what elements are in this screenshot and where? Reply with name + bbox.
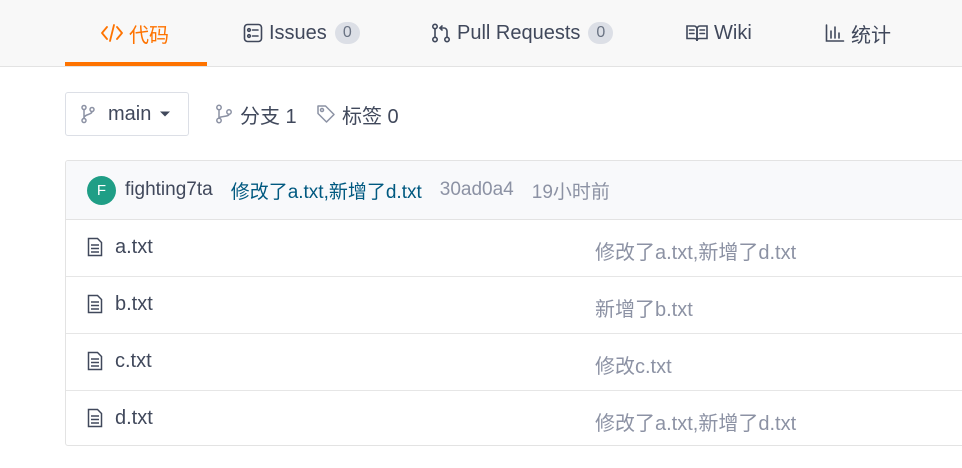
tab-pull-requests[interactable]: Pull Requests 0 (431, 0, 614, 66)
issues-count-badge: 0 (334, 22, 360, 44)
tags-count-label: 标签 0 (342, 105, 399, 128)
tags-link[interactable]: 标签 0 (316, 92, 399, 136)
commit-message-link[interactable]: 修改了a.txt,新增了d.txt (231, 177, 422, 204)
branch-icon (80, 104, 96, 124)
issues-icon (243, 23, 263, 43)
code-icon (101, 23, 123, 43)
caret-down-icon (159, 110, 171, 118)
file-icon (87, 237, 103, 263)
file-commit-message[interactable]: 新增了b.txt (595, 293, 693, 322)
branch-selector[interactable]: main (65, 92, 189, 136)
tag-icon (316, 104, 336, 124)
tab-wiki-label: Wiki (714, 21, 752, 44)
tab-pull-requests-label: Pull Requests (457, 21, 581, 44)
tab-code-label: 代码 (129, 24, 169, 47)
file-commit-message[interactable]: 修改c.txt (595, 350, 672, 379)
active-tab-indicator (65, 62, 207, 66)
commit-author[interactable]: fighting7ta (125, 179, 213, 201)
tab-stats[interactable]: 统计 (825, 0, 891, 66)
avatar[interactable]: F (87, 175, 116, 205)
file-row[interactable]: a.txt 修改了a.txt,新增了d.txt (66, 220, 962, 277)
pull-requests-count-badge: 0 (588, 22, 614, 44)
file-icon (87, 294, 103, 320)
branches-link[interactable]: 分支 1 (215, 92, 297, 136)
branch-count-icon (215, 104, 233, 124)
file-icon (87, 408, 103, 434)
tab-wiki[interactable]: Wiki (686, 0, 752, 66)
branch-name: main (108, 102, 152, 125)
file-commit-message[interactable]: 修改了a.txt,新增了d.txt (595, 236, 796, 265)
file-row[interactable]: c.txt 修改c.txt (66, 334, 962, 391)
book-icon (686, 24, 708, 42)
pull-request-icon (431, 23, 451, 43)
latest-commit-bar: F fighting7ta 修改了a.txt,新增了d.txt 30ad0a4 … (66, 161, 962, 220)
file-row[interactable]: b.txt 新增了b.txt (66, 277, 962, 334)
tab-issues-label: Issues (269, 21, 327, 44)
file-name[interactable]: c.txt (115, 350, 152, 373)
file-row[interactable]: d.txt 修改了a.txt,新增了d.txt (66, 391, 962, 445)
file-name[interactable]: b.txt (115, 293, 153, 316)
file-list-panel: F fighting7ta 修改了a.txt,新增了d.txt 30ad0a4 … (65, 160, 962, 446)
tab-issues[interactable]: Issues 0 (243, 0, 360, 66)
commit-hash[interactable]: 30ad0a4 (440, 179, 514, 201)
repo-tab-bar: 代码 Issues 0 Pull Requests 0 Wiki 统计 (0, 0, 962, 67)
bar-chart-icon (825, 23, 845, 43)
file-name[interactable]: a.txt (115, 236, 153, 259)
file-name[interactable]: d.txt (115, 407, 153, 430)
file-icon (87, 351, 103, 377)
tab-code[interactable]: 代码 (101, 0, 169, 66)
file-commit-message[interactable]: 修改了a.txt,新增了d.txt (595, 407, 796, 436)
branches-count-label: 分支 1 (240, 105, 297, 128)
tab-stats-label: 统计 (851, 24, 891, 47)
commit-time: 19小时前 (531, 181, 610, 203)
